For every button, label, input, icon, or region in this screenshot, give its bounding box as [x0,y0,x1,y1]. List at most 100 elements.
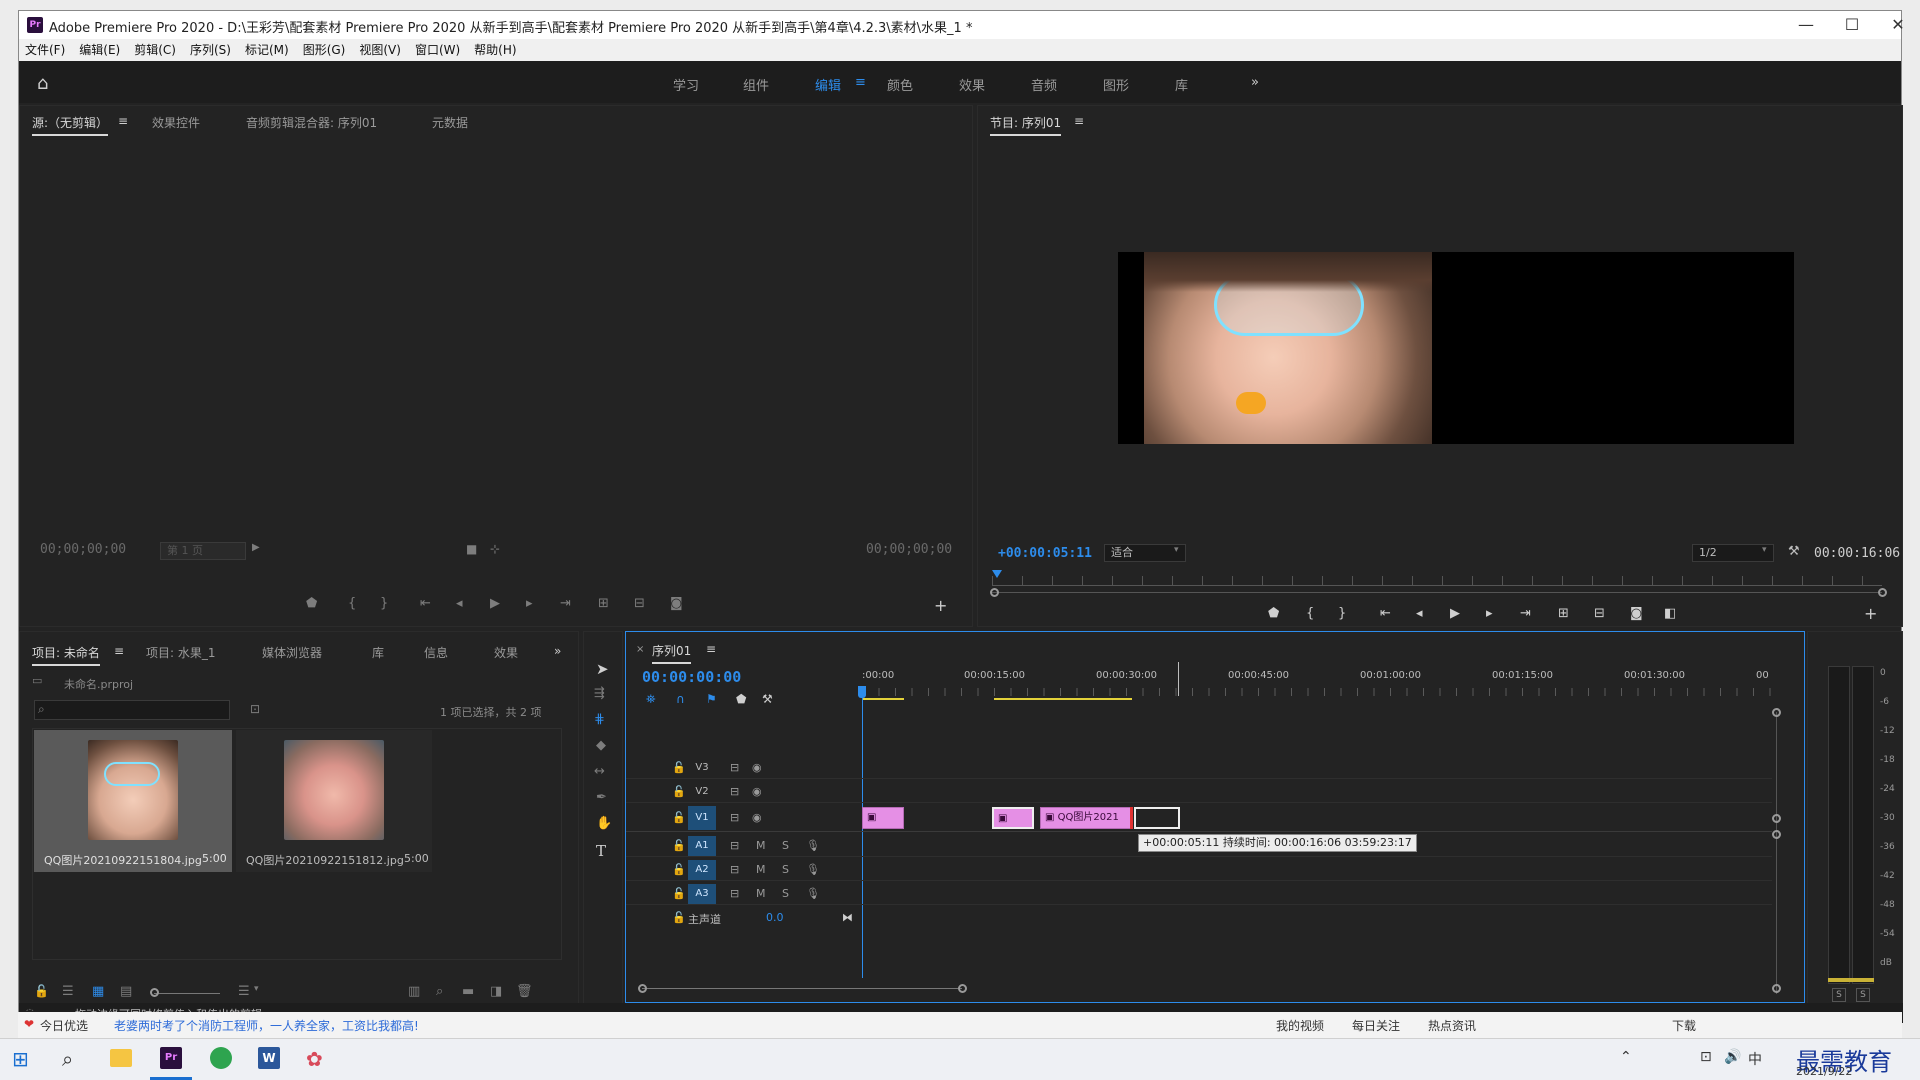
tab-source-menu-icon[interactable]: ≡ [118,114,128,128]
eye-icon[interactable]: ◉ [752,761,762,774]
menu-clip[interactable]: 剪辑(C) [128,39,184,61]
project-search-input[interactable] [34,700,230,720]
timeline-horizontal-scrollbar[interactable] [642,988,962,989]
lock-icon[interactable]: 🔓 [672,887,686,900]
timeline-clip-3[interactable]: ▣ QQ图片2021 [1040,807,1132,829]
linked-selection-icon[interactable]: ⚑ [706,692,717,706]
ime-indicator[interactable]: 中 [1748,1049,1762,1069]
word-taskbar-icon[interactable]: W [258,1047,280,1069]
master-volume-value[interactable]: 0.0 [766,911,784,924]
automate-to-sequence-icon[interactable]: ▥ [408,984,420,999]
maximize-button[interactable]: ☐ [1829,13,1875,37]
program-playhead-timecode[interactable]: +00:00:05:11 [998,546,1092,561]
ripple-edit-tool-icon[interactable]: ⋕ [594,712,605,727]
sort-chevron-down-icon[interactable]: ▾ [254,984,259,994]
nest-icon[interactable]: ⛯ [646,692,656,707]
hand-tool-icon[interactable]: ✋ [596,816,612,831]
microphone-icon[interactable]: 🎙 [806,863,820,876]
workspace-menu-icon[interactable]: ≡ [855,75,866,90]
timeline-ruler[interactable]: :00:00 00:00:15:00 00:00:30:00 00:00:45:… [862,662,1772,704]
new-bin-icon[interactable]: ▬ [462,984,474,999]
program-lift-icon[interactable]: ⊞ [1558,606,1569,621]
eye-icon[interactable]: ◉ [752,785,762,798]
source-go-to-out-icon[interactable]: ⇥ [560,596,571,611]
source-settings-icon[interactable]: ■ [466,542,477,556]
solo-button[interactable]: S [782,863,789,876]
vscroll-handle-top[interactable] [1772,708,1781,717]
search-taskbar-icon[interactable]: ⌕ [62,1047,73,1071]
workspace-editing[interactable]: 编辑 [815,75,841,94]
list-view-icon[interactable]: ☰ [62,984,74,999]
master-expand-icon[interactable]: ⧓ [842,911,853,924]
type-tool-icon[interactable]: T [596,842,606,860]
find-icon[interactable]: ⌕ [436,984,443,999]
menu-edit[interactable]: 编辑(E) [73,39,128,61]
trash-icon[interactable]: 🗑 [516,984,533,999]
timeline-timecode[interactable]: 00:00:00:00 [642,668,741,686]
project-lock-icon[interactable]: 🔓 [34,984,49,998]
tab-program-menu-icon[interactable]: ≡ [1074,114,1084,128]
source-overwrite-icon[interactable]: ⊟ [634,596,645,611]
menu-graphics[interactable]: 图形(G) [297,39,354,61]
source-mark-out-icon[interactable]: } [380,596,388,611]
pen-tool-icon[interactable]: ✒ [596,790,607,805]
program-play-icon[interactable]: ▶ [1450,606,1460,621]
source-safe-margins-icon[interactable]: ⊹ [490,542,500,556]
work-area-bar-1[interactable] [862,698,904,700]
minimize-button[interactable]: — [1783,13,1829,37]
program-comparison-icon[interactable]: ◧ [1664,606,1676,621]
new-search-bin-icon[interactable]: ⊡ [250,702,260,716]
source-step-back-icon[interactable]: ◂ [456,596,463,611]
timeline-vertical-scrollbar[interactable] [1776,712,1777,994]
program-go-to-out-icon[interactable]: ⇥ [1520,606,1531,621]
timeline-close-icon[interactable]: × [636,644,644,655]
tab-info[interactable]: 信息 [424,644,448,661]
workspace-graphics[interactable]: 图形 [1103,75,1129,94]
sync-lock-icon[interactable]: ⊟ [730,839,739,852]
project-item-thumbnail-2[interactable] [284,740,384,840]
sync-lock-icon[interactable]: ⊟ [730,863,739,876]
network-icon[interactable]: ⊡ [1700,1049,1712,1065]
thumbnail-size-handle[interactable] [150,988,159,997]
tab-sequence[interactable]: 序列01 [652,642,692,664]
browser-item-videos[interactable]: 我的视频 [1276,1017,1324,1034]
menu-window[interactable]: 窗口(W) [409,39,468,61]
solo-button[interactable]: S [782,887,789,900]
microphone-icon[interactable]: 🎙 [806,839,820,852]
workspace-assembly[interactable]: 组件 [743,75,769,94]
program-step-back-icon[interactable]: ◂ [1416,606,1423,621]
menu-marker[interactable]: 标记(M) [239,39,297,61]
program-playhead[interactable] [992,570,1002,578]
program-zoom-handle-right[interactable] [1878,588,1887,597]
meter-solo-left-button[interactable]: S [1832,988,1846,1002]
lock-icon[interactable]: 🔓 [672,911,686,924]
sort-icon[interactable]: ☰ [238,984,250,999]
add-marker-icon[interactable]: ⬟ [736,692,746,706]
lock-icon[interactable]: 🔓 [672,839,686,852]
work-area-bar-2[interactable] [994,698,1132,700]
browser-item-hot-news[interactable]: 热点资讯 [1428,1017,1476,1034]
program-settings-wrench-icon[interactable]: ⚒ [1788,544,1800,559]
tab-libraries[interactable]: 库 [372,644,384,661]
vscroll-handle-mid1[interactable] [1772,814,1781,823]
timeline-settings-wrench-icon[interactable]: ⚒ [762,692,773,706]
track-select-tool-icon[interactable]: ⇶ [594,686,605,701]
track-label-v3[interactable]: V3 [688,758,716,778]
tab-effects[interactable]: 效果 [494,644,518,661]
new-item-icon[interactable]: ◨ [490,984,502,999]
workspace-libraries[interactable]: 库 [1175,75,1188,94]
file-explorer-icon[interactable] [110,1049,132,1067]
lock-icon[interactable]: 🔓 [672,811,686,824]
source-play-icon[interactable]: ▶ [490,596,500,611]
vscroll-handle-mid2[interactable] [1772,830,1781,839]
tab-metadata[interactable]: 元数据 [432,114,468,131]
freeform-view-icon[interactable]: ▤ [120,984,132,999]
tray-chevron-up-icon[interactable]: ⌃ [1620,1049,1632,1065]
lock-icon[interactable]: 🔓 [672,761,686,774]
workspace-effects[interactable]: 效果 [959,75,985,94]
sync-lock-icon[interactable]: ⊟ [730,887,739,900]
workspace-audio[interactable]: 音频 [1031,75,1057,94]
razor-tool-icon[interactable]: ◆ [596,738,606,753]
solo-button[interactable]: S [782,839,789,852]
vscroll-handle-bottom[interactable] [1772,984,1781,993]
